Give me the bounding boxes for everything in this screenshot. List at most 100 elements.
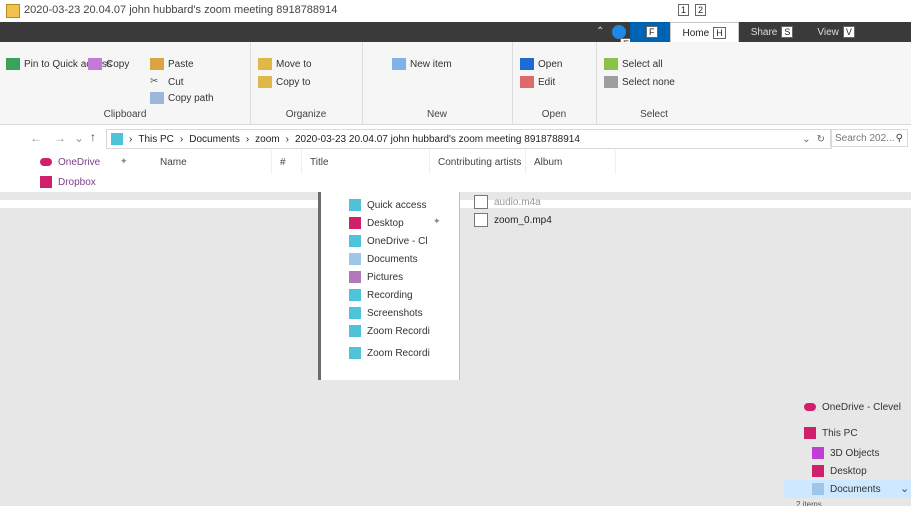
copy-to-button[interactable]: Copy to xyxy=(258,74,310,90)
keytip-2[interactable]: 2 xyxy=(695,4,707,16)
column-contributing-artists[interactable]: Contributing artists xyxy=(430,150,526,174)
column-album[interactable]: Album xyxy=(526,150,616,174)
up-icon[interactable]: ↑ xyxy=(90,130,96,144)
popup-item-onedrive[interactable]: OneDrive - Cl xyxy=(349,232,428,250)
pin-icon: ✦ xyxy=(120,156,128,166)
forward-icon[interactable]: → xyxy=(54,131,66,145)
side-item-label: Desktop xyxy=(830,465,867,477)
help-icon[interactable] xyxy=(612,25,626,39)
ribbon: Pin to Quick access Copy Paste ✂ Cut Copy… xyxy=(0,42,911,125)
move-to-button[interactable]: Move to xyxy=(258,56,312,72)
nav-onedrive-label: OneDrive xyxy=(58,156,101,168)
select-all-icon xyxy=(604,58,618,70)
group-organize: Move to Copy to Organize xyxy=(250,42,363,124)
video-file-icon xyxy=(474,213,488,227)
onedrive-icon xyxy=(804,403,816,411)
search-placeholder: Search 202... xyxy=(835,132,895,144)
file-row-video[interactable]: zoom_0.mp4 xyxy=(474,212,552,228)
side-item-onedrive[interactable]: OneDrive - Clevel xyxy=(804,398,901,416)
desktop-icon xyxy=(349,217,361,229)
side-item-desktop[interactable]: Desktop xyxy=(812,462,867,480)
column-number[interactable]: # xyxy=(272,150,302,174)
address-bar[interactable]: › This PC › Documents › zoom › 2020-03-2… xyxy=(106,129,832,149)
copy-path-button[interactable]: Copy path xyxy=(150,90,214,106)
keytip-1[interactable]: 1 xyxy=(678,4,690,16)
chevron-up-icon[interactable]: ⌃ xyxy=(596,26,604,37)
paste-button[interactable]: Paste xyxy=(150,56,194,72)
tab-home[interactable]: Home H xyxy=(669,22,739,43)
recent-chevron-icon[interactable]: ⌄ xyxy=(74,131,84,145)
move-label: Move to xyxy=(276,58,312,70)
paste-label: Paste xyxy=(168,58,194,70)
tab-share[interactable]: Share S xyxy=(739,22,806,42)
popup-item-screenshots[interactable]: Screenshots xyxy=(349,304,423,322)
nav-item-onedrive[interactable]: OneDrive xyxy=(40,154,100,170)
copy-label: Copy xyxy=(106,58,130,70)
popup-item-desktop[interactable]: Desktop xyxy=(349,214,404,232)
tab-home-label: Home xyxy=(682,27,710,39)
refresh-icon[interactable]: ↻ xyxy=(817,134,831,145)
window-title: 2020-03-23 20.04.07 john hubbard's zoom … xyxy=(24,4,338,16)
popup-item-documents[interactable]: Documents xyxy=(349,250,418,268)
column-title[interactable]: Title xyxy=(302,150,430,174)
popup-item-quick-access[interactable]: Quick access xyxy=(349,196,426,214)
tab-file-label: F xyxy=(646,26,658,38)
tab-share-label: Share xyxy=(750,26,778,38)
popup-item-pictures[interactable]: Pictures xyxy=(349,268,403,286)
desktop-icon xyxy=(812,465,824,477)
clipboard-group-label: Clipboard xyxy=(103,109,147,120)
open-button[interactable]: Open xyxy=(520,56,562,72)
breadcrumb-sep: › xyxy=(129,133,133,145)
breadcrumb-this-pc[interactable]: This PC xyxy=(138,134,174,145)
side-item-documents[interactable]: Documents xyxy=(784,480,911,498)
select-all-button[interactable]: Select all xyxy=(604,56,663,72)
select-none-button[interactable]: Select none xyxy=(604,74,675,90)
search-box[interactable]: Search 202... ⚲ xyxy=(830,129,908,147)
new-item-button[interactable]: New item xyxy=(392,56,452,72)
side-item-this-pc[interactable]: This PC xyxy=(804,424,858,442)
select-group-label: Select xyxy=(640,109,668,120)
file-name: audio.m4a xyxy=(494,196,541,208)
group-new: New item New xyxy=(362,42,513,124)
back-icon[interactable]: ← xyxy=(30,131,42,145)
star-icon xyxy=(349,199,361,211)
tab-view[interactable]: View V xyxy=(805,22,867,42)
column-name[interactable]: Name xyxy=(152,150,272,174)
scroll-down-icon[interactable]: ⌄ xyxy=(900,482,909,495)
popup-item-zoom-recordings-1[interactable]: Zoom Recordi xyxy=(349,322,430,340)
group-open: Open Edit Open xyxy=(512,42,597,124)
breadcrumb-documents[interactable]: Documents xyxy=(189,134,240,145)
edit-label: Edit xyxy=(538,76,556,88)
edit-button[interactable]: Edit xyxy=(520,74,555,90)
folder-icon xyxy=(349,235,361,247)
file-row-audio[interactable]: audio.m4a xyxy=(474,194,541,210)
new-group-label: New xyxy=(426,109,447,120)
folder-icon xyxy=(349,325,361,337)
cut-button[interactable]: ✂ Cut xyxy=(150,74,184,90)
popup-item-label: Desktop xyxy=(367,217,404,229)
folder-icon xyxy=(349,307,361,319)
breadcrumb-zoom[interactable]: zoom xyxy=(255,134,279,145)
copy-path-icon xyxy=(150,92,164,104)
documents-icon xyxy=(812,483,824,495)
popup-item-recording[interactable]: Recording xyxy=(349,286,413,304)
copy-to-icon xyxy=(258,76,272,88)
breadcrumb-meeting[interactable]: 2020-03-23 20.04.07 john hubbard's zoom … xyxy=(295,134,580,145)
move-icon xyxy=(258,58,272,70)
address-dropdown-icon[interactable]: ⌄ xyxy=(802,134,810,145)
nav-item-dropbox[interactable]: Dropbox xyxy=(40,174,96,190)
tab-file[interactable]: F xyxy=(630,22,670,42)
pin-icon: ✦ xyxy=(433,216,441,226)
popup-item-label: Zoom Recordi xyxy=(367,347,430,359)
tab-home-keytip: H xyxy=(713,27,726,39)
copy-button[interactable]: Copy xyxy=(88,56,129,72)
dropbox-icon xyxy=(40,176,52,188)
group-select: Select all Select none Select xyxy=(596,42,712,124)
open-icon xyxy=(520,58,534,70)
popup-item-zoom-recordings-2[interactable]: Zoom Recordi xyxy=(349,344,430,362)
tab-view-keytip: V xyxy=(842,26,855,38)
ribbon-tabs: F Home H Share S View V xyxy=(630,22,867,43)
folder-icon xyxy=(349,289,361,301)
side-item-3d-objects[interactable]: 3D Objects xyxy=(812,444,879,462)
title-keytips: 1 2 xyxy=(674,4,707,16)
